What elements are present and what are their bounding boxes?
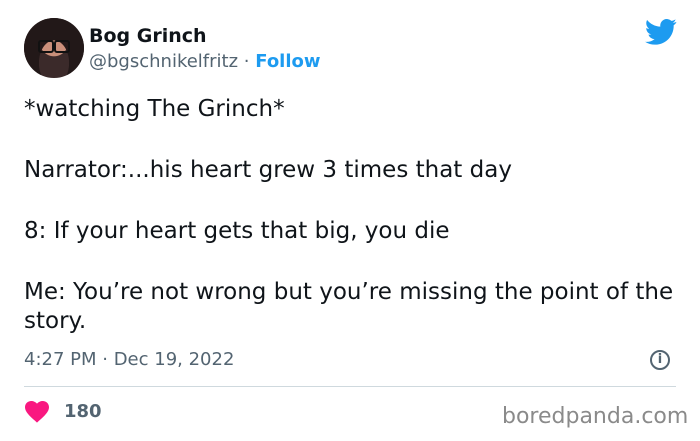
- tweet-line-1: *watching The Grinch*: [24, 96, 285, 122]
- tweet-text: *watching The Grinch* Narrator:...his he…: [24, 95, 674, 336]
- handle-separator: ·: [243, 51, 250, 72]
- tweet-line-3: 8: If your heart gets that big, you die: [24, 218, 450, 244]
- watermark: boredpanda.com: [502, 404, 689, 429]
- divider: [24, 386, 676, 387]
- like-count[interactable]: 180: [64, 401, 102, 422]
- tweet-line-4: Me: You’re not wrong but you’re missing …: [24, 279, 674, 334]
- info-icon[interactable]: i: [650, 350, 670, 370]
- follow-button[interactable]: Follow: [255, 51, 320, 72]
- heart-icon[interactable]: [25, 401, 49, 423]
- avatar-glasses: [38, 40, 70, 53]
- author-name[interactable]: Bog Grinch: [89, 25, 207, 47]
- author-handle-line: @bgschnikelfritz · Follow: [89, 51, 321, 72]
- twitter-bird-icon[interactable]: [645, 18, 677, 46]
- avatar[interactable]: [24, 18, 84, 78]
- tweet-timestamp[interactable]: 4:27 PM · Dec 19, 2022: [24, 349, 234, 370]
- author-handle[interactable]: @bgschnikelfritz: [89, 51, 238, 72]
- tweet-line-2: Narrator:...his heart grew 3 times that …: [24, 157, 512, 183]
